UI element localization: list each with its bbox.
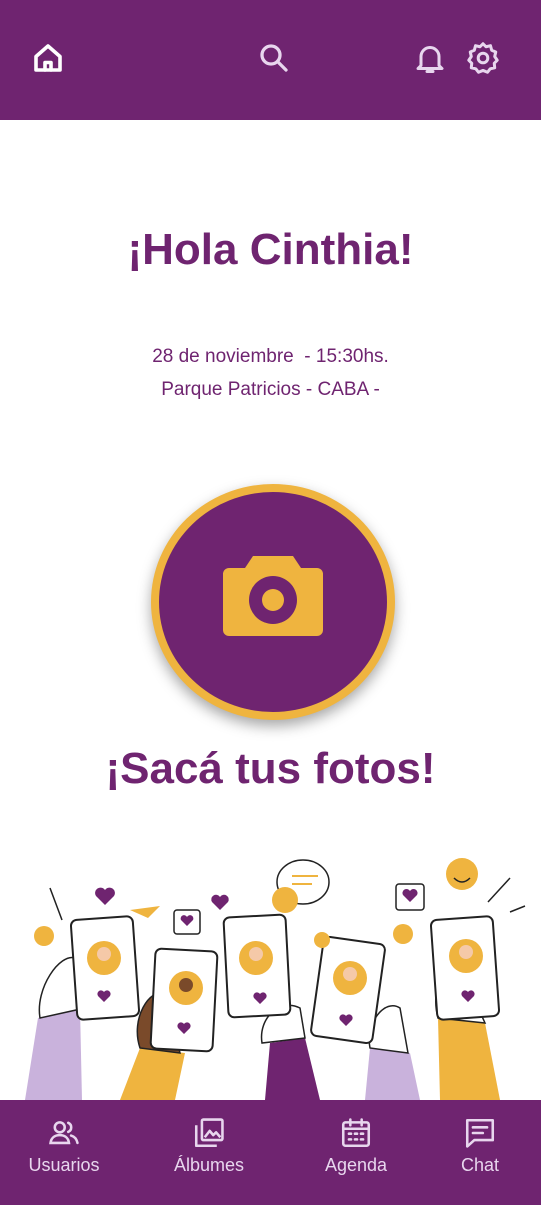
smile-emoji bbox=[34, 926, 54, 946]
nav-label: Álbumes bbox=[173, 1155, 245, 1175]
gear-icon[interactable] bbox=[465, 40, 501, 76]
home-icon[interactable] bbox=[30, 40, 66, 76]
nav-item-chat[interactable]: Chat bbox=[420, 1100, 540, 1205]
albums-icon bbox=[194, 1118, 224, 1148]
event-date: 28 de noviembre - 15:30hs. bbox=[152, 346, 389, 367]
greeting-title: ¡Hola Cinthia! bbox=[127, 225, 414, 274]
smile-emoji bbox=[393, 924, 413, 944]
lilac-sleeve-left bbox=[25, 1008, 82, 1100]
chat-icon bbox=[465, 1118, 495, 1148]
bell-icon[interactable] bbox=[412, 40, 448, 76]
take-photo-button[interactable] bbox=[151, 484, 395, 720]
phone-1 bbox=[69, 915, 141, 1021]
lilac-sleeve-right bbox=[365, 1048, 420, 1100]
nav-label: Usuarios bbox=[28, 1155, 100, 1175]
calendar-icon bbox=[341, 1118, 371, 1148]
smile-emoji bbox=[446, 858, 478, 890]
purple-sleeve-center bbox=[265, 1038, 320, 1100]
yellow-sleeve-left bbox=[120, 1048, 185, 1100]
heart-icon bbox=[95, 887, 115, 905]
smile-emoji bbox=[314, 932, 330, 948]
search-icon[interactable] bbox=[256, 40, 292, 76]
heart-icon bbox=[211, 894, 229, 910]
phones-illustration bbox=[25, 858, 526, 1100]
smile-emoji bbox=[272, 887, 298, 913]
paper-plane-icon bbox=[130, 906, 160, 918]
phone-3 bbox=[222, 913, 292, 1019]
nav-label: Agenda bbox=[324, 1155, 388, 1175]
phone-4 bbox=[310, 935, 386, 1045]
nav-item-agenda[interactable]: Agenda bbox=[296, 1100, 416, 1205]
nav-item-albumes[interactable]: Álbumes bbox=[149, 1100, 269, 1205]
phone-2 bbox=[149, 947, 219, 1053]
take-photos-heading: ¡Sacá tus fotos! bbox=[105, 744, 436, 793]
nav-item-usuarios[interactable]: Usuarios bbox=[4, 1100, 124, 1205]
nav-label: Chat bbox=[460, 1155, 500, 1175]
camera-icon bbox=[223, 556, 323, 636]
phone-5 bbox=[429, 915, 501, 1021]
bottom-navigation: Usuarios Álbumes Agenda Chat bbox=[0, 1100, 541, 1205]
users-icon bbox=[49, 1121, 79, 1145]
event-location: Parque Patricios - CABA - bbox=[161, 379, 380, 400]
top-app-bar bbox=[0, 0, 541, 120]
yellow-sleeve-right bbox=[438, 1018, 500, 1100]
